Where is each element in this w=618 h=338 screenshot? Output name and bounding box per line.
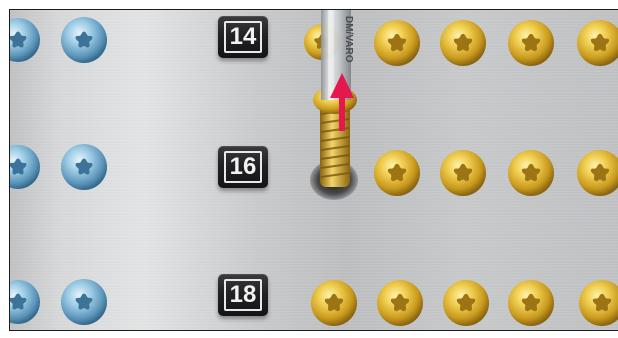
gold-screw	[443, 280, 489, 326]
gold-screw	[508, 280, 554, 326]
blue-screw	[10, 280, 40, 324]
blue-screw	[61, 17, 107, 63]
blue-screw	[61, 279, 107, 325]
gold-screw	[508, 20, 554, 66]
gold-screw	[508, 150, 554, 196]
size-label-text: 14	[224, 21, 262, 53]
photo-frame: DM/VARO 14 16 18	[9, 9, 618, 331]
size-label-text: 16	[224, 151, 262, 183]
gold-screw	[377, 280, 423, 326]
gold-screw	[577, 20, 618, 66]
gold-screw	[577, 150, 618, 196]
blue-screw	[10, 18, 40, 62]
blue-screw	[10, 145, 40, 189]
gold-screw	[374, 150, 420, 196]
blue-screw	[61, 144, 107, 190]
gold-screw	[440, 150, 486, 196]
screwdriver-marking: DM/VARO	[343, 16, 354, 63]
size-label-text: 18	[224, 279, 262, 311]
size-label-16: 16	[218, 146, 268, 188]
gold-screw	[440, 20, 486, 66]
gold-screw	[374, 20, 420, 66]
size-label-18: 18	[218, 274, 268, 316]
gold-screw	[311, 280, 357, 326]
size-label-14: 14	[218, 16, 268, 58]
gold-screw	[579, 280, 618, 326]
screw-field: DM/VARO	[10, 10, 618, 326]
